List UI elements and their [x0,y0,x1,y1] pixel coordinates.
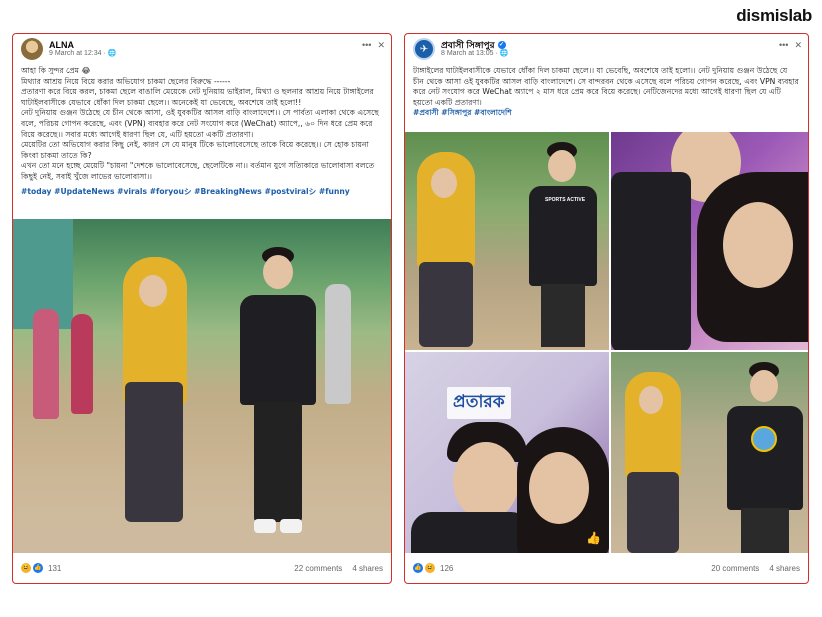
dirt-path [13,402,391,553]
collage-photo-4[interactable] [611,352,808,553]
author-name[interactable]: ALNA [49,40,116,50]
like-icon: 👍 [413,563,423,573]
globe-icon: 🌐 [107,50,117,58]
collage-photo-3[interactable]: প্রতারক 👍 [405,352,609,553]
bystander [71,314,93,414]
reactions[interactable]: 😆 👍 131 [21,563,61,573]
man-figure [228,247,328,553]
like-icon: 👍 [33,563,43,573]
hashtags[interactable]: #today #UpdateNews #virals #foryouシ #Bre… [21,187,383,198]
post-footer: 😆 👍 131 22 comments 4 shares [13,553,391,583]
post-body: আহা কি সুন্দর প্রেম 😂 মিথ্যার আশ্রয় নিয… [13,64,391,199]
comments-count[interactable]: 22 comments [294,564,342,573]
reactions[interactable]: 👍 😆 126 [413,563,453,573]
post-time[interactable]: 8 March at 13:05 · 🌐 [441,50,508,58]
post-line: নেট দুনিয়ায় গুঞ্জন উঠেছে যে চীন থেকে আ… [21,108,379,139]
like-icon: 👍 [586,531,601,545]
reaction-count: 131 [48,563,62,573]
collage-photo-1[interactable]: SPORTS ACTIVE [405,132,609,350]
post-footer: 👍 😆 126 20 comments 4 shares [405,553,808,583]
photo-collage[interactable]: SPORTS ACTIVE প্রতারক 👍 [405,132,808,553]
post-line: টাঙ্গাইলের ঘাটাইলবাসীকে যেভাবে ধোঁকা দিল… [413,66,799,107]
more-dots-icon[interactable]: ••• [779,40,788,51]
verified-badge-icon: ✓ [497,40,506,49]
more-dots-icon[interactable]: ••• [362,40,371,51]
post-time[interactable]: 9 March at 12:34 · 🌐 [49,50,116,58]
comments-count[interactable]: 20 comments [711,564,759,573]
brand-logo: dismislab [736,6,812,25]
post-line: মেয়েটির তো অভিযোগ করার কিছু নেই, কারণ স… [21,140,369,160]
shares-count[interactable]: 4 shares [769,564,800,573]
right-post-card: ✈ প্রবাসী সিঙ্গাপুর ✓ 8 March at 13:05 · … [404,33,809,584]
post-header: ✈ প্রবাসী সিঙ্গাপুর ✓ 8 March at 13:05 · … [405,34,808,64]
post-line: মিথ্যার আশ্রয় নিয়ে বিয়ে করার অভিযোগ চ… [21,76,231,86]
stamp-label: প্রতারক [447,387,511,419]
post-body: টাঙ্গাইলের ঘাটাইলবাসীকে যেভাবে ধোঁকা দিল… [405,64,808,121]
author-name[interactable]: প্রবাসী সিঙ্গাপুর ✓ [441,40,508,50]
shares-count[interactable]: 4 shares [352,564,383,573]
post-line: এখন তো মনে হচ্ছে মেয়েটি "চায়না "দেশকে … [21,161,375,181]
left-post-card: ALNA 9 March at 12:34 · 🌐 ••• ✕ আহা কি স… [12,33,392,584]
avatar[interactable]: ✈ [413,38,435,60]
globe-icon: 🌐 [499,50,509,58]
close-icon[interactable]: ✕ [794,40,802,51]
haha-icon: 😆 [21,563,31,573]
post-line: আহা কি সুন্দর প্রেম 😂 [21,66,91,75]
haha-icon: 😆 [425,563,435,573]
reaction-count: 126 [440,563,454,573]
collage-photo-2[interactable] [611,132,808,350]
bystander [33,309,59,419]
post-line: প্রতারণা করে বিয়ে করল, চাকমা ছেলে বাঙাল… [21,87,374,107]
bystander [325,284,351,404]
close-icon[interactable]: ✕ [377,40,385,51]
hashtags[interactable]: #প্রবাসী #সিঙ্গাপুর #বাংলাদেশি [413,108,800,119]
avatar[interactable] [21,38,43,60]
woman-figure [115,257,193,553]
post-header: ALNA 9 March at 12:34 · 🌐 ••• ✕ [13,34,391,64]
post-photo[interactable] [13,219,391,553]
